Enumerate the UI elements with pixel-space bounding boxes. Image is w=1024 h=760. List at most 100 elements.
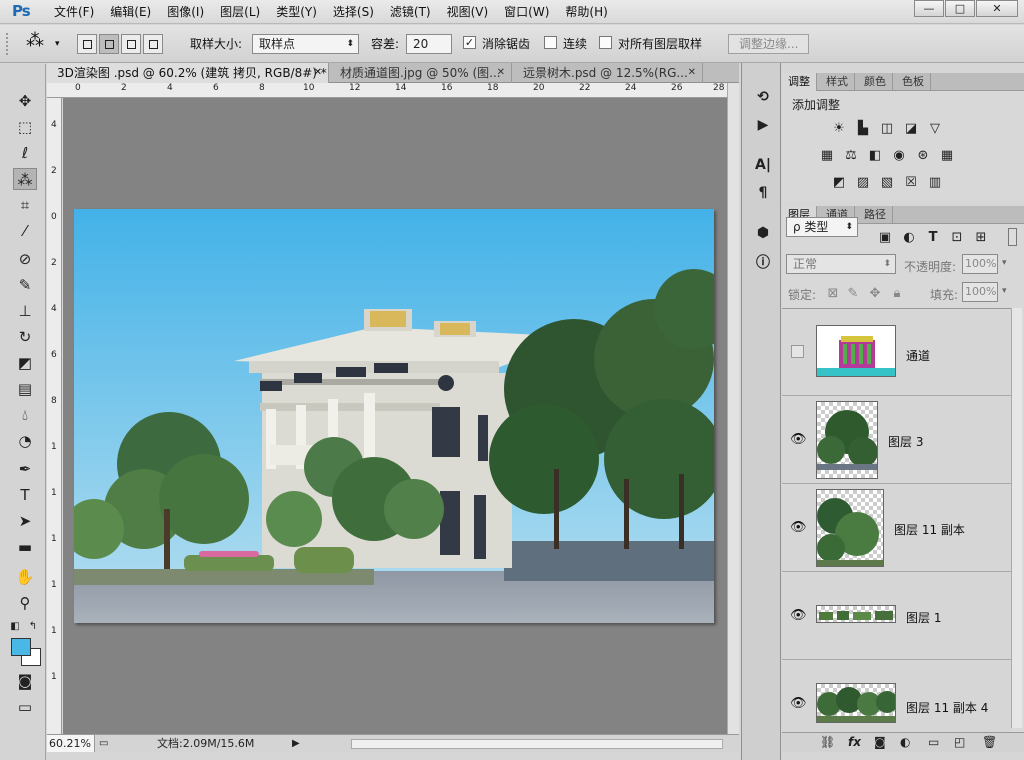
channel-mixer-icon[interactable]: ⊛ xyxy=(914,148,932,164)
opacity-input[interactable]: 100% xyxy=(962,254,998,274)
new-selection-mode-button[interactable] xyxy=(77,34,97,54)
rectangle-tool-icon[interactable]: ▬ xyxy=(13,536,37,558)
filter-pixel-icon[interactable]: ▣ xyxy=(876,230,894,246)
folder-icon[interactable]: ▭ xyxy=(928,735,939,749)
screen-mode-icon[interactable]: ▭ xyxy=(13,696,37,718)
color-lookup-icon[interactable]: ▦ xyxy=(938,148,956,164)
link-icon[interactable]: ⛓ xyxy=(820,735,835,749)
invert-icon[interactable]: ◩ xyxy=(830,175,848,191)
clone-stamp-tool-icon[interactable]: ⊥ xyxy=(13,300,37,322)
black-white-icon[interactable]: ◧ xyxy=(866,148,884,164)
fx-icon[interactable]: fx xyxy=(848,735,861,749)
tab-swatches[interactable]: 色板 xyxy=(896,73,931,91)
fill-dropdown-icon[interactable]: ▾ xyxy=(1002,286,1007,296)
layer-row[interactable]: 通道 xyxy=(782,309,1011,396)
exposure-icon[interactable]: ◪ xyxy=(902,121,920,137)
info-panel-icon[interactable]: ⓘ xyxy=(753,253,773,273)
close-icon[interactable]: ✕ xyxy=(497,63,505,83)
preset-dropdown-icon[interactable]: ▾ xyxy=(55,35,60,53)
all-layers-checkbox[interactable] xyxy=(599,36,612,49)
default-colors-icon[interactable]: ◧ xyxy=(8,616,22,638)
character-panel-icon[interactable]: A| xyxy=(753,155,773,175)
menu-layer[interactable]: 图层(L) xyxy=(212,0,268,24)
lock-pixels-icon[interactable]: ✎ xyxy=(844,286,862,302)
eye-icon[interactable]: 👁︎ xyxy=(790,433,807,447)
zoom-tool-icon[interactable]: ⚲ xyxy=(13,592,37,614)
canvas-horizontal-scrollbar[interactable] xyxy=(351,739,723,749)
filter-adjustment-icon[interactable]: ◐ xyxy=(900,230,918,246)
zoom-level-input[interactable]: 60.21% xyxy=(47,735,95,752)
menu-select[interactable]: 选择(S) xyxy=(325,0,382,24)
menu-image[interactable]: 图像(I) xyxy=(159,0,212,24)
brightness-icon[interactable]: ☀ xyxy=(830,121,848,137)
swap-colors-icon[interactable]: ↰ xyxy=(26,616,40,638)
status-preview-icon[interactable]: ▭ xyxy=(99,735,108,752)
foreground-color-swatch[interactable] xyxy=(11,638,31,656)
menu-file[interactable]: 文件(F) xyxy=(46,0,102,24)
subtract-selection-mode-button[interactable] xyxy=(121,34,141,54)
layer-filter-select[interactable]: ρ 类型 ⬍ xyxy=(786,217,858,237)
status-menu-arrow-icon[interactable]: ▶ xyxy=(292,735,300,752)
sample-size-select[interactable]: 取样点 ⬍ xyxy=(252,34,359,54)
lasso-tool-icon[interactable]: ℓ xyxy=(13,142,37,164)
pen-tool-icon[interactable]: ✒ xyxy=(13,458,37,480)
tab-material-channel[interactable]: 材质通道图.jpg @ 50% (图... ✕ xyxy=(330,63,512,83)
trash-icon[interactable]: 🗑︎ xyxy=(982,735,997,749)
blend-mode-select[interactable]: 正常 ⬍ xyxy=(786,254,896,274)
3d-panel-icon[interactable]: ⬢ xyxy=(753,223,773,243)
eye-icon[interactable]: 👁︎ xyxy=(790,521,807,535)
posterize-icon[interactable]: ▨ xyxy=(854,175,872,191)
hand-tool-icon[interactable]: ✋ xyxy=(13,566,37,588)
layers-scrollbar[interactable] xyxy=(1011,308,1022,728)
options-grip[interactable] xyxy=(6,33,10,55)
minimize-button[interactable]: — xyxy=(914,0,944,17)
tolerance-input[interactable]: 20 xyxy=(406,34,452,54)
close-button[interactable]: ✕ xyxy=(976,0,1018,17)
layer-row[interactable]: 👁︎ 图层 3 xyxy=(782,397,1011,484)
menu-edit[interactable]: 编辑(E) xyxy=(102,0,159,24)
menu-type[interactable]: 类型(Y) xyxy=(268,0,325,24)
menu-view[interactable]: 视图(V) xyxy=(439,0,497,24)
eraser-tool-icon[interactable]: ◩ xyxy=(13,352,37,374)
hue-saturation-icon[interactable]: ▦ xyxy=(818,148,836,164)
tab-color[interactable]: 颜色 xyxy=(858,73,893,91)
crop-tool-icon[interactable]: ⌗ xyxy=(13,194,37,216)
adjustment-icon[interactable]: ◐ xyxy=(900,735,910,749)
filter-shape-icon[interactable]: ⊡ xyxy=(948,230,966,246)
move-tool-icon[interactable]: ✥ xyxy=(13,90,37,112)
fill-input[interactable]: 100% xyxy=(962,282,998,302)
marquee-tool-icon[interactable]: ⬚ xyxy=(13,116,37,138)
close-icon[interactable]: ✕ xyxy=(688,63,696,83)
layer-row[interactable]: 👁︎ 图层 11 副本 xyxy=(782,485,1011,572)
refine-edge-button[interactable]: 调整边缘... xyxy=(728,34,810,54)
document-image[interactable] xyxy=(74,209,714,623)
eye-icon[interactable]: 👁︎ xyxy=(790,697,807,711)
path-selection-tool-icon[interactable]: ➤ xyxy=(13,510,37,532)
canvas-vertical-scrollbar[interactable] xyxy=(727,83,739,734)
history-brush-tool-icon[interactable]: ↻ xyxy=(13,326,37,348)
tab-3d-render[interactable]: 3D渲染图 .psd @ 60.2% (建筑 拷贝, RGB/8#) * ✕ xyxy=(47,63,329,83)
mask-icon[interactable]: ◙ xyxy=(874,735,886,749)
tab-styles[interactable]: 样式 xyxy=(820,73,855,91)
history-panel-icon[interactable]: ⟲ xyxy=(753,87,773,107)
magic-wand-preset-icon[interactable]: ⁂ xyxy=(26,32,44,50)
visibility-toggle[interactable] xyxy=(791,345,804,358)
gradient-map-icon[interactable]: ▥ xyxy=(926,175,944,191)
lock-all-icon[interactable]: 🔒︎ xyxy=(888,286,906,302)
vibrance-icon[interactable]: ▽ xyxy=(926,121,944,137)
opacity-dropdown-icon[interactable]: ▾ xyxy=(1002,258,1007,268)
intersect-selection-mode-button[interactable] xyxy=(143,34,163,54)
gradient-tool-icon[interactable]: ▤ xyxy=(13,378,37,400)
lock-transparency-icon[interactable]: ⊠ xyxy=(824,286,842,302)
anti-alias-checkbox[interactable]: ✓ xyxy=(463,36,476,49)
menu-filter[interactable]: 滤镜(T) xyxy=(382,0,439,24)
color-balance-icon[interactable]: ⚖ xyxy=(842,148,860,164)
tab-adjustments[interactable]: 调整 xyxy=(782,73,817,91)
close-icon[interactable]: ✕ xyxy=(314,63,322,83)
filter-smart-object-icon[interactable]: ⊞ xyxy=(972,230,990,246)
brush-tool-icon[interactable]: ✎ xyxy=(13,274,37,296)
threshold-icon[interactable]: ▧ xyxy=(878,175,896,191)
levels-icon[interactable]: ▙ xyxy=(854,121,872,137)
quick-mask-icon[interactable]: ◙ xyxy=(13,670,37,692)
selective-color-icon[interactable]: ☒ xyxy=(902,175,920,191)
